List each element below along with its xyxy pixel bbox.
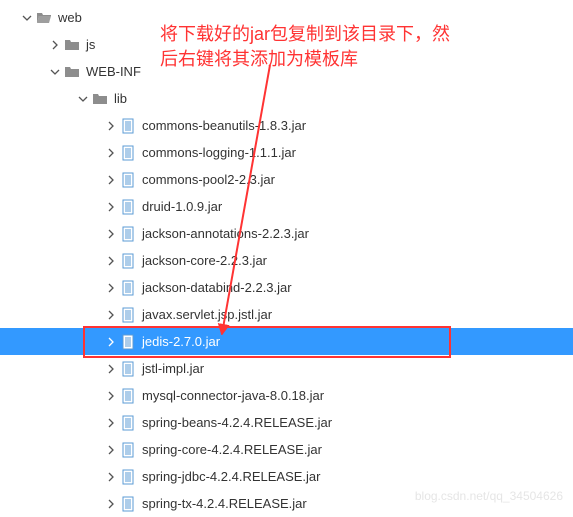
tree-row[interactable]: druid-1.0.9.jar <box>0 193 573 220</box>
tree-item-label: jackson-core-2.2.3.jar <box>142 253 267 268</box>
chevron-right-icon[interactable] <box>104 146 118 160</box>
chevron-right-icon[interactable] <box>104 497 118 511</box>
tree-item-label: js <box>86 37 95 52</box>
tree-row[interactable]: js <box>0 31 573 58</box>
tree-item-label: lib <box>114 91 127 106</box>
chevron-down-icon[interactable] <box>48 65 62 79</box>
chevron-right-icon[interactable] <box>104 416 118 430</box>
file-icon <box>120 199 136 215</box>
file-icon <box>120 496 136 512</box>
tree-item-label: jackson-annotations-2.2.3.jar <box>142 226 309 241</box>
chevron-right-icon[interactable] <box>104 362 118 376</box>
tree-item-label: druid-1.0.9.jar <box>142 199 222 214</box>
tree-item-label: jstl-impl.jar <box>142 361 204 376</box>
tree-row[interactable]: commons-beanutils-1.8.3.jar <box>0 112 573 139</box>
tree-row[interactable]: mysql-connector-java-8.0.18.jar <box>0 382 573 409</box>
tree-item-label: jedis-2.7.0.jar <box>142 334 220 349</box>
chevron-right-icon[interactable] <box>104 254 118 268</box>
chevron-right-icon[interactable] <box>104 308 118 322</box>
tree-item-label: commons-pool2-2.3.jar <box>142 172 275 187</box>
tree-item-label: spring-jdbc-4.2.4.RELEASE.jar <box>142 469 320 484</box>
tree-item-label: spring-beans-4.2.4.RELEASE.jar <box>142 415 332 430</box>
chevron-right-icon[interactable] <box>104 389 118 403</box>
chevron-down-icon[interactable] <box>76 92 90 106</box>
file-icon <box>120 172 136 188</box>
tree-item-label: spring-core-4.2.4.RELEASE.jar <box>142 442 322 457</box>
tree-row[interactable]: jackson-core-2.2.3.jar <box>0 247 573 274</box>
folder-open-icon <box>36 10 52 26</box>
file-icon <box>120 118 136 134</box>
tree-row[interactable]: spring-beans-4.2.4.RELEASE.jar <box>0 409 573 436</box>
chevron-right-icon[interactable] <box>104 227 118 241</box>
chevron-right-icon[interactable] <box>104 443 118 457</box>
folder-icon <box>64 37 80 53</box>
chevron-right-icon[interactable] <box>104 470 118 484</box>
file-icon <box>120 388 136 404</box>
tree-item-label: jackson-databind-2.2.3.jar <box>142 280 292 295</box>
tree-item-label: commons-logging-1.1.1.jar <box>142 145 296 160</box>
watermark: blog.csdn.net/qq_34504626 <box>415 489 563 503</box>
tree-row[interactable]: jedis-2.7.0.jar <box>0 328 573 355</box>
chevron-right-icon[interactable] <box>104 119 118 133</box>
tree-item-label: WEB-INF <box>86 64 141 79</box>
file-icon <box>120 361 136 377</box>
tree-item-label: spring-tx-4.2.4.RELEASE.jar <box>142 496 307 511</box>
tree-row[interactable]: commons-pool2-2.3.jar <box>0 166 573 193</box>
tree-item-label: mysql-connector-java-8.0.18.jar <box>142 388 324 403</box>
file-icon <box>120 280 136 296</box>
file-icon <box>120 469 136 485</box>
tree-item-label: javax.servlet.jsp.jstl.jar <box>142 307 272 322</box>
file-tree: webjs WEB-INF lib commons-beanutils-1.8.3.j… <box>0 0 573 517</box>
file-icon <box>120 334 136 350</box>
tree-row[interactable]: spring-core-4.2.4.RELEASE.jar <box>0 436 573 463</box>
tree-row[interactable]: javax.servlet.jsp.jstl.jar <box>0 301 573 328</box>
tree-row[interactable]: lib <box>0 85 573 112</box>
tree-row[interactable]: jackson-databind-2.2.3.jar <box>0 274 573 301</box>
tree-item-label: commons-beanutils-1.8.3.jar <box>142 118 306 133</box>
file-icon <box>120 307 136 323</box>
tree-row[interactable]: jstl-impl.jar <box>0 355 573 382</box>
file-icon <box>120 253 136 269</box>
tree-row[interactable]: spring-jdbc-4.2.4.RELEASE.jar <box>0 463 573 490</box>
chevron-right-icon[interactable] <box>104 200 118 214</box>
chevron-right-icon[interactable] <box>104 335 118 349</box>
tree-row[interactable]: jackson-annotations-2.2.3.jar <box>0 220 573 247</box>
chevron-down-icon[interactable] <box>20 11 34 25</box>
tree-row[interactable]: web <box>0 4 573 31</box>
file-icon <box>120 442 136 458</box>
tree-row[interactable]: commons-logging-1.1.1.jar <box>0 139 573 166</box>
folder-icon <box>92 91 108 107</box>
chevron-right-icon[interactable] <box>104 281 118 295</box>
file-icon <box>120 226 136 242</box>
tree-item-label: web <box>58 10 82 25</box>
file-icon <box>120 415 136 431</box>
folder-icon <box>64 64 80 80</box>
chevron-right-icon[interactable] <box>48 38 62 52</box>
chevron-right-icon[interactable] <box>104 173 118 187</box>
file-icon <box>120 145 136 161</box>
tree-row[interactable]: WEB-INF <box>0 58 573 85</box>
